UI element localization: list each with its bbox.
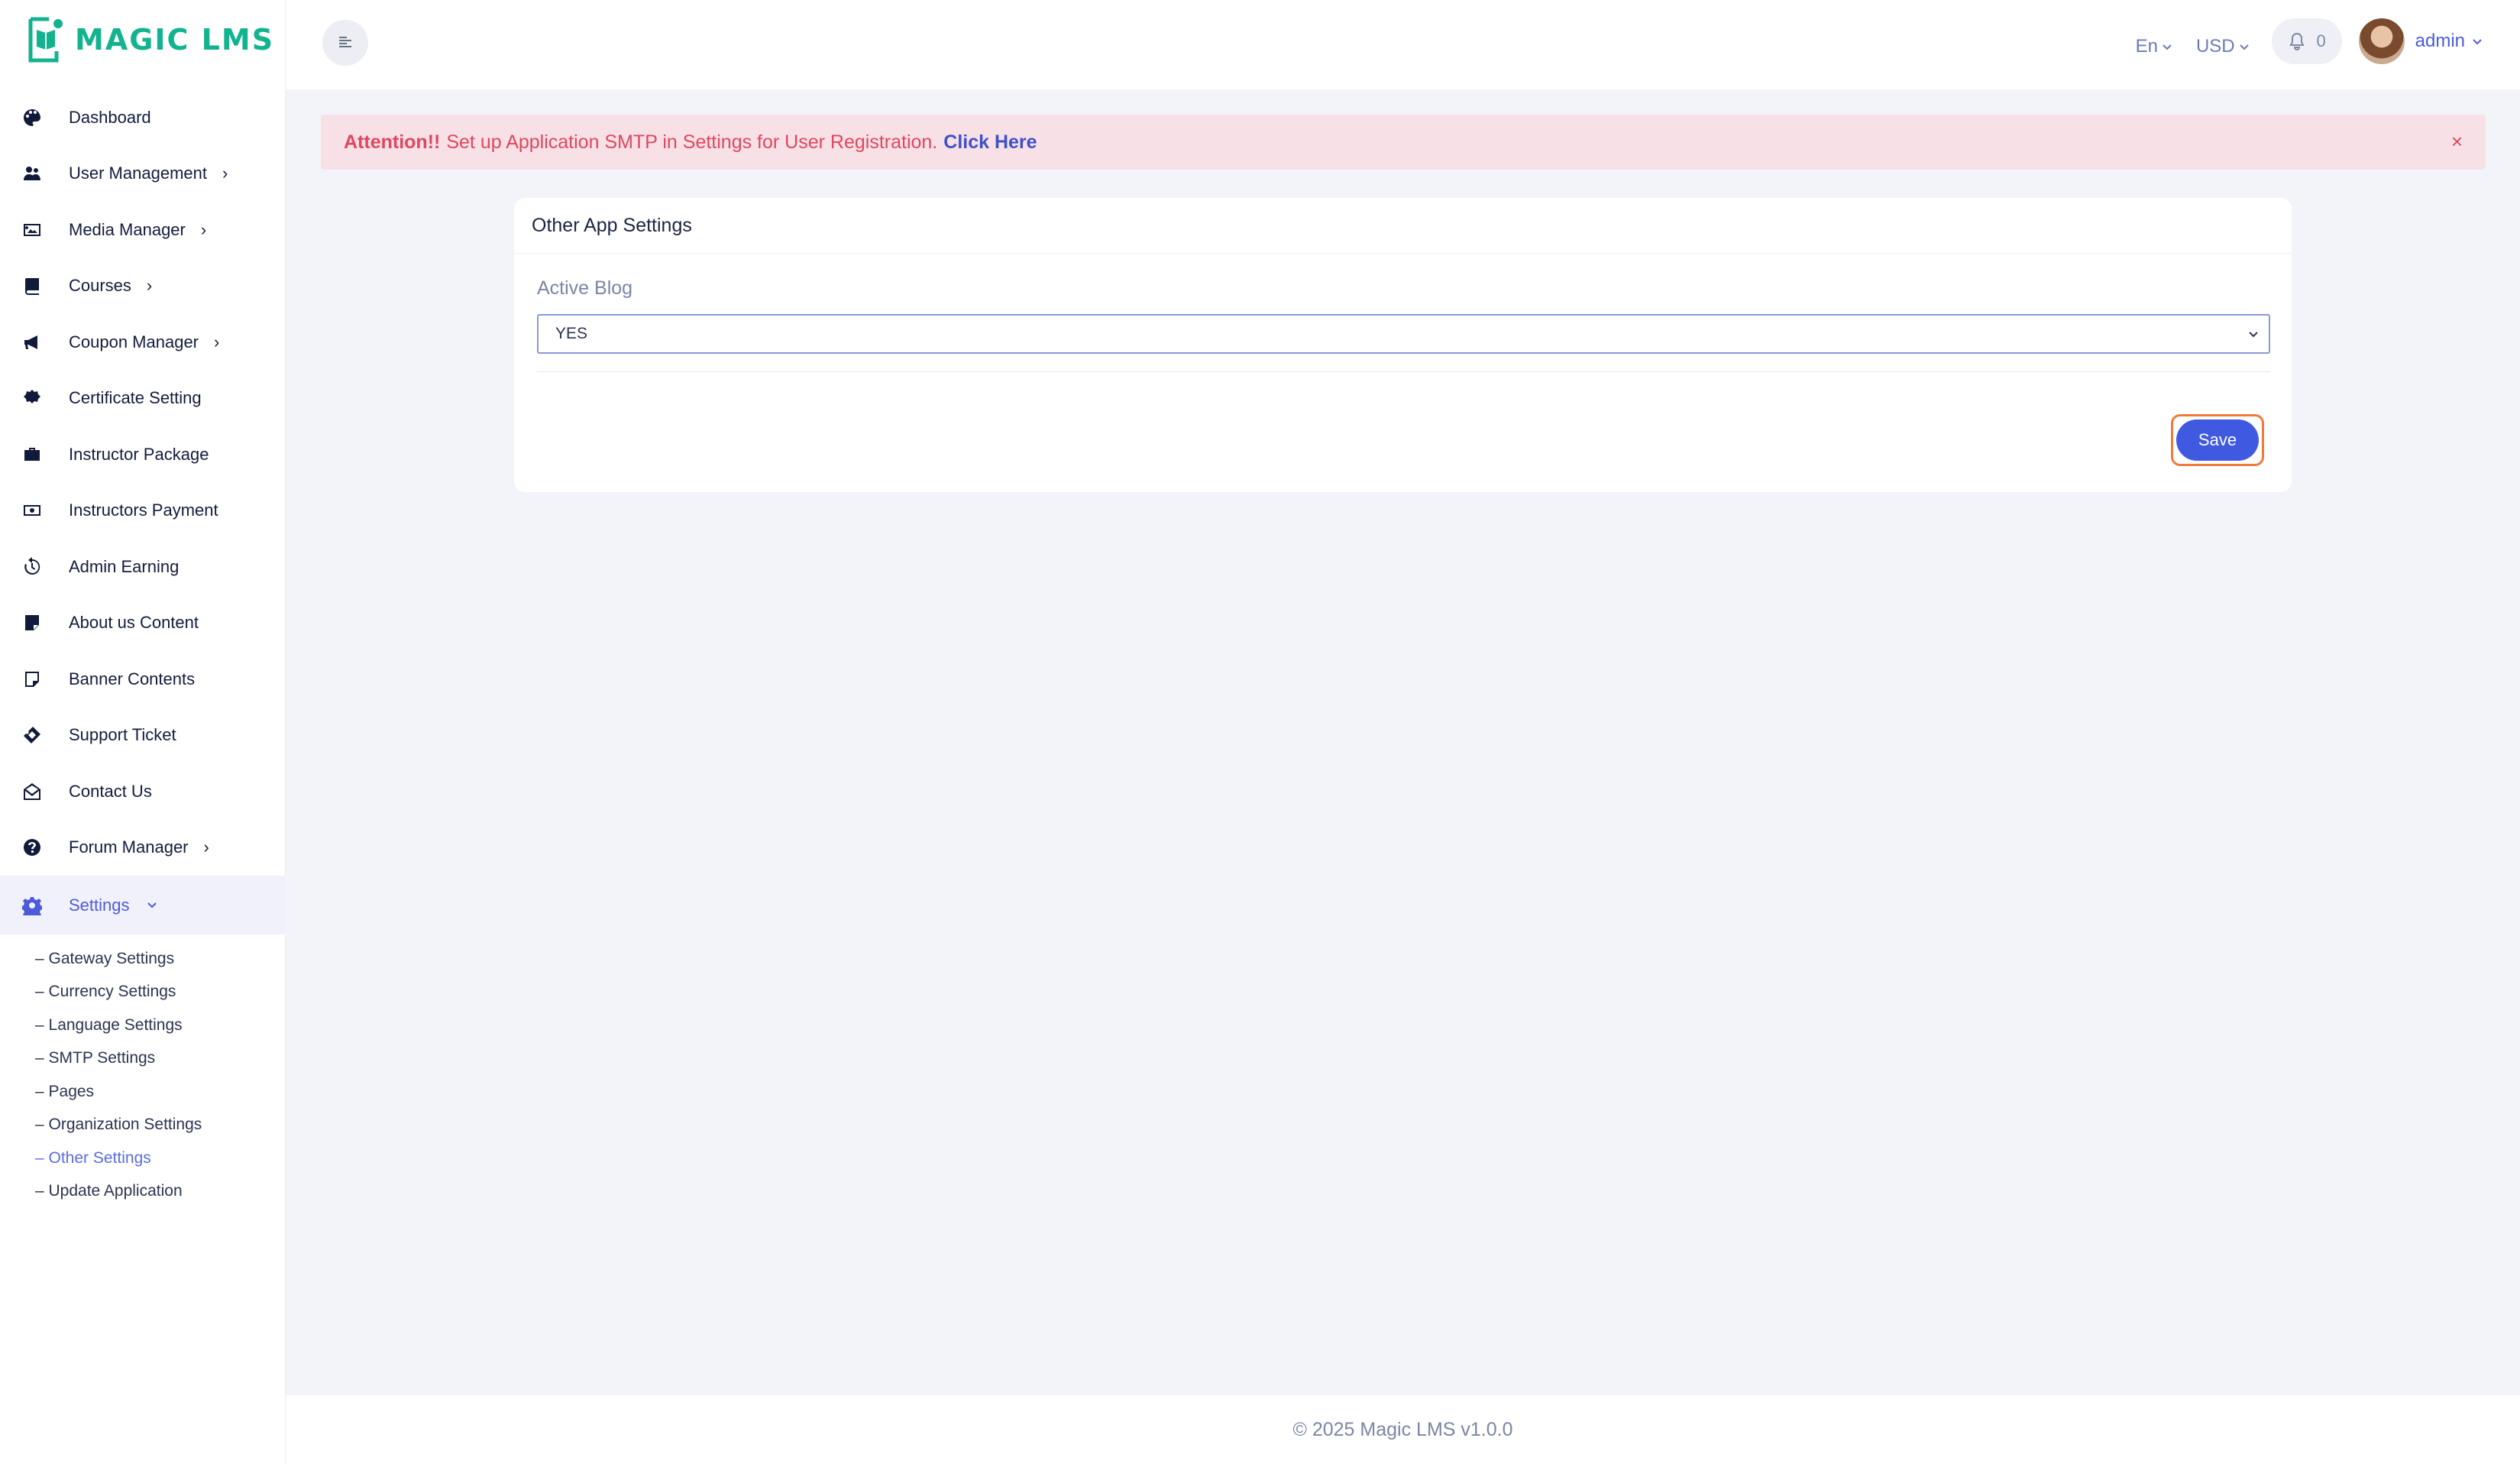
alert-prefix: Attention!! bbox=[344, 131, 441, 153]
sidebar-item-dashboard[interactable]: Dashboard bbox=[0, 89, 286, 146]
close-icon[interactable]: × bbox=[2451, 131, 2463, 151]
language-dropdown[interactable]: En bbox=[2136, 36, 2173, 57]
sidebar-item-label: Banner Contents bbox=[69, 669, 196, 688]
chevron-down-icon bbox=[2239, 44, 2249, 50]
sidebar-item-coupon-manager[interactable]: Coupon Manager › bbox=[0, 314, 286, 371]
smtp-alert: Attention!! Set up Application SMTP in S… bbox=[321, 115, 2486, 170]
sidebar-item-settings[interactable]: Settings bbox=[0, 876, 286, 934]
sidebar-item-label: Media Manager bbox=[69, 219, 186, 239]
money-icon bbox=[21, 500, 43, 521]
submenu-pages[interactable]: – Pages bbox=[35, 1075, 286, 1109]
certificate-icon bbox=[21, 387, 43, 409]
footer: © 2025 Magic LMS v1.0.0 bbox=[286, 1395, 2520, 1464]
chevron-right-icon: › bbox=[222, 164, 228, 183]
sidebar-item-label: Instructor Package bbox=[69, 444, 209, 464]
submenu-language-settings[interactable]: – Language Settings bbox=[35, 1009, 286, 1042]
submenu-currency-settings[interactable]: – Currency Settings bbox=[35, 976, 286, 1009]
palette-icon bbox=[21, 107, 43, 128]
user-menu[interactable]: admin bbox=[2415, 31, 2483, 52]
settings-submenu: – Gateway Settings – Currency Settings –… bbox=[0, 934, 286, 1208]
notifications-button[interactable]: 0 bbox=[2271, 18, 2342, 64]
currency-value: USD bbox=[2195, 36, 2235, 57]
megaphone-icon bbox=[21, 332, 43, 353]
username: admin bbox=[2415, 31, 2465, 51]
chevron-down-icon bbox=[2163, 44, 2172, 50]
alert-link[interactable]: Click Here bbox=[943, 131, 1037, 154]
save-button-focus-ring: Save bbox=[2171, 414, 2264, 466]
question-circle-icon bbox=[21, 837, 43, 858]
brand-name: MAGIC LMS bbox=[75, 23, 275, 57]
chevron-right-icon: › bbox=[200, 219, 207, 239]
language-value: En bbox=[2135, 36, 2158, 57]
sidebar-item-label: User Management bbox=[69, 164, 207, 183]
sidebar-item-label: Courses bbox=[69, 276, 131, 296]
brand-logo[interactable]: MAGIC LMS bbox=[26, 15, 274, 64]
briefcase-icon bbox=[21, 444, 43, 465]
bell-icon bbox=[2289, 32, 2305, 50]
sidebar-item-label: Settings bbox=[69, 895, 130, 915]
submenu-update-application[interactable]: – Update Application bbox=[35, 1175, 286, 1209]
divider bbox=[537, 371, 2270, 372]
sidebar-item-instructor-package[interactable]: Instructor Package bbox=[0, 426, 286, 483]
note-icon bbox=[21, 612, 43, 633]
chevron-right-icon: › bbox=[214, 332, 220, 351]
submenu-gateway-settings[interactable]: – Gateway Settings bbox=[35, 942, 286, 976]
book-icon bbox=[21, 275, 43, 296]
chevron-right-icon: › bbox=[146, 276, 153, 296]
sidebar-item-courses[interactable]: Courses › bbox=[0, 258, 286, 315]
sidebar-item-support-ticket[interactable]: Support Ticket bbox=[0, 708, 286, 764]
sidebar-item-media-manager[interactable]: Media Manager › bbox=[0, 202, 286, 258]
header-actions: En USD 0 admin bbox=[2113, 17, 2483, 66]
logo-book-icon bbox=[28, 17, 63, 63]
sidebar-item-label: Certificate Setting bbox=[69, 388, 202, 408]
chevron-right-icon: › bbox=[203, 837, 209, 857]
sidebar-item-instructors-payment[interactable]: Instructors Payment bbox=[0, 483, 286, 539]
settings-card: Other App Settings Active Blog YES Save bbox=[514, 198, 2292, 492]
sidebar-menu: Dashboard User Management › Media Manage… bbox=[0, 89, 286, 1208]
save-button[interactable]: Save bbox=[2176, 419, 2259, 461]
sticky-note-icon bbox=[21, 669, 43, 690]
sidebar-item-admin-earning[interactable]: Admin Earning bbox=[0, 539, 286, 595]
copyright-text: © 2025 Magic LMS v1.0.0 bbox=[1292, 1418, 1513, 1440]
sidebar-item-label: Forum Manager bbox=[69, 837, 189, 857]
active-blog-select[interactable]: YES bbox=[537, 314, 2270, 354]
sidebar-item-label: Coupon Manager bbox=[69, 332, 199, 351]
sidebar-item-label: About us Content bbox=[69, 613, 199, 633]
gear-icon bbox=[21, 895, 43, 916]
currency-dropdown[interactable]: USD bbox=[2196, 36, 2250, 57]
submenu-smtp-settings[interactable]: – SMTP Settings bbox=[35, 1042, 286, 1076]
sidebar-toggle-button[interactable] bbox=[322, 20, 368, 66]
notification-count: 0 bbox=[2316, 31, 2326, 50]
sidebar: MAGIC LMS Dashboard User Management › Me… bbox=[0, 0, 286, 1464]
chevron-down-icon bbox=[145, 899, 159, 912]
sidebar-item-contact-us[interactable]: Contact Us bbox=[0, 763, 286, 820]
submenu-other-settings[interactable]: – Other Settings bbox=[35, 1142, 286, 1175]
active-blog-label: Active Blog bbox=[537, 277, 633, 299]
sidebar-item-label: Dashboard bbox=[69, 107, 151, 127]
sidebar-item-about-us-content[interactable]: About us Content bbox=[0, 595, 286, 652]
sidebar-item-label: Admin Earning bbox=[69, 556, 180, 576]
sidebar-item-label: Support Ticket bbox=[69, 725, 176, 745]
users-icon bbox=[21, 163, 43, 184]
chevron-down-icon bbox=[2473, 39, 2482, 45]
sidebar-item-banner-contents[interactable]: Banner Contents bbox=[0, 651, 286, 708]
chevron-down-icon bbox=[2246, 325, 2261, 343]
sidebar-item-certificate-setting[interactable]: Certificate Setting bbox=[0, 371, 286, 427]
card-title: Other App Settings bbox=[514, 198, 2292, 254]
align-left-icon bbox=[339, 37, 351, 47]
select-value: YES bbox=[555, 325, 588, 342]
top-header: En USD 0 admin bbox=[286, 0, 2520, 89]
alert-message: Set up Application SMTP in Settings for … bbox=[446, 131, 938, 153]
ticket-icon bbox=[21, 724, 43, 746]
avatar[interactable] bbox=[2358, 18, 2405, 64]
history-icon bbox=[21, 556, 43, 578]
sidebar-item-label: Contact Us bbox=[69, 781, 152, 801]
sidebar-item-user-management[interactable]: User Management › bbox=[0, 146, 286, 202]
image-icon bbox=[21, 219, 43, 241]
sidebar-item-forum-manager[interactable]: Forum Manager › bbox=[0, 820, 286, 876]
sidebar-item-label: Instructors Payment bbox=[69, 500, 218, 520]
envelope-open-icon bbox=[21, 781, 43, 802]
submenu-organization-settings[interactable]: – Organization Settings bbox=[35, 1109, 286, 1142]
